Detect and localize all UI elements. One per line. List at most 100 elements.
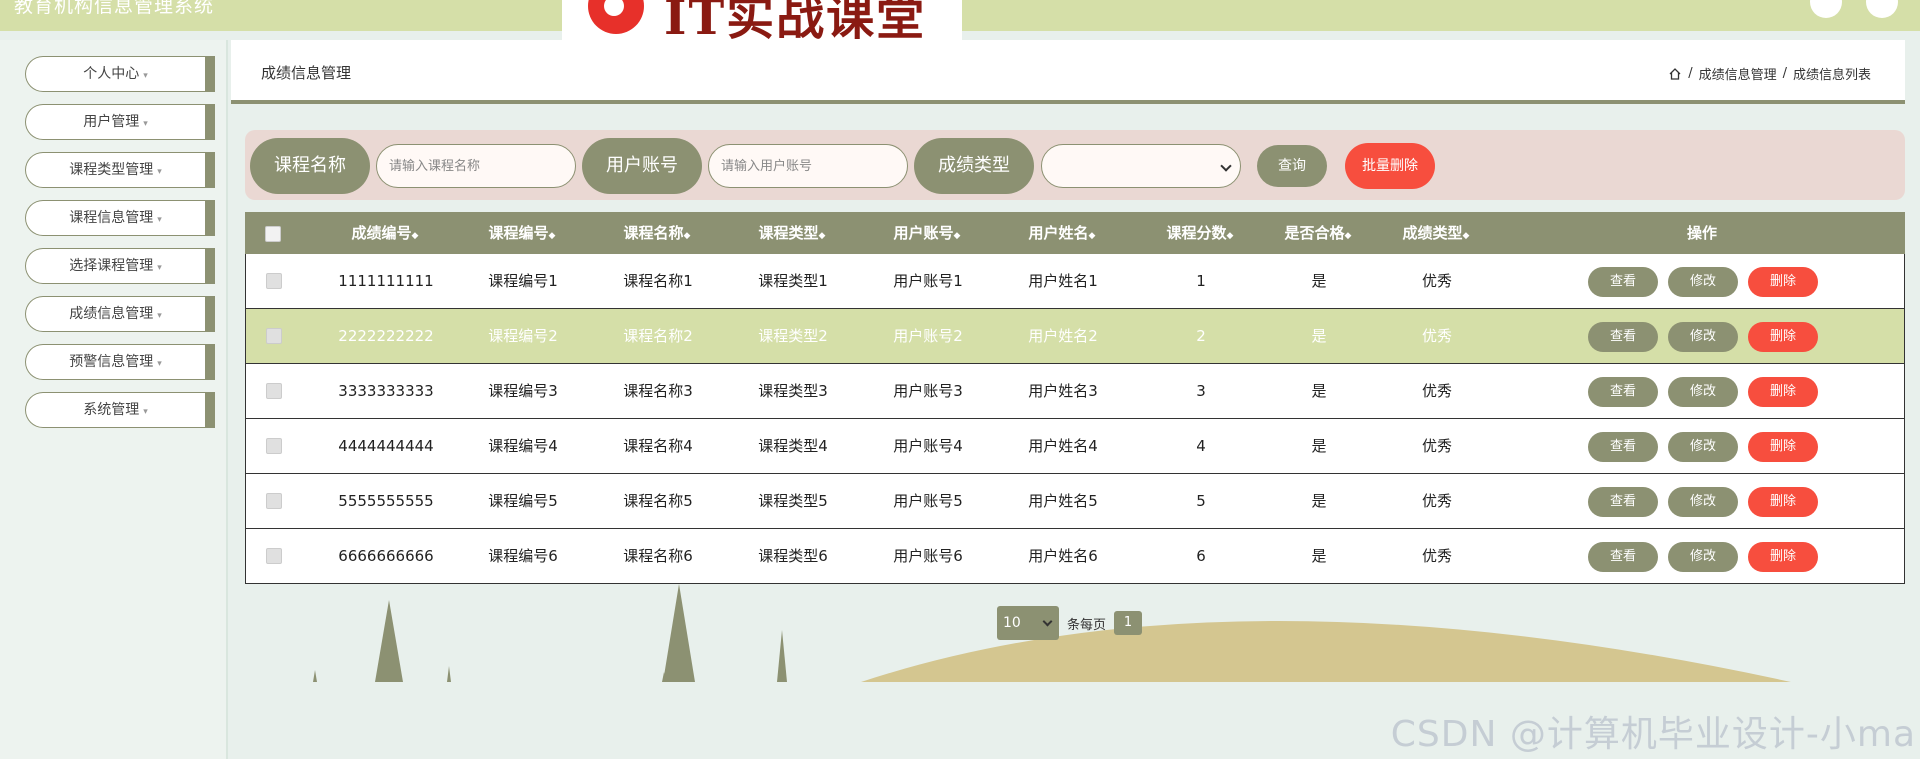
cell-course-name: 课程名称3 [623,382,693,400]
row-checkbox[interactable] [266,273,282,289]
column-header[interactable]: 课程名称◆ [602,212,712,254]
cell-course-type: 课程类型1 [758,272,828,290]
delete-button[interactable]: 删除 [1748,267,1818,297]
view-button[interactable]: 查看 [1588,432,1658,462]
column-header[interactable]: 课程分数◆ [1145,212,1255,254]
delete-button[interactable]: 删除 [1748,322,1818,352]
table-row[interactable]: 6666666666 课程编号6 课程名称6 课程类型6 用户账号6 用户姓名6… [245,529,1905,584]
sidebar-item-warnings[interactable]: 预警信息管理 ▾ [25,344,215,380]
sort-icon: ◆ [953,231,961,241]
sidebar-item-users[interactable]: 用户管理 ▾ [25,104,215,140]
edit-button[interactable]: 修改 [1668,377,1738,407]
column-header-actions: 操作 [1686,224,1717,242]
cell-grade-id: 6666666666 [338,547,434,565]
table-header: 成绩编号◆ 课程编号◆ 课程名称◆ 课程类型◆ 用户账号◆ 用户姓名◆ 课程分数… [245,212,1905,254]
edit-button[interactable]: 修改 [1668,432,1738,462]
pagination: 10 条每页 1 [997,606,1143,640]
row-checkbox[interactable] [266,383,282,399]
sidebar-item-course-info[interactable]: 课程信息管理 ▾ [25,200,215,236]
cell-course-name: 课程名称1 [623,272,693,290]
sidebar-item-label: 个人中心 [83,66,140,82]
table-row[interactable]: 4444444444 课程编号4 课程名称4 课程类型4 用户账号4 用户姓名4… [245,419,1905,474]
logo-text: IT实战课堂 [664,0,927,40]
delete-button[interactable]: 删除 [1748,487,1818,517]
sidebar-item-system[interactable]: 系统管理 ▾ [25,392,215,428]
row-checkbox[interactable] [266,328,282,344]
edit-button[interactable]: 修改 [1668,487,1738,517]
cell-grade-id: 1111111111 [338,272,434,290]
edit-button[interactable]: 修改 [1668,322,1738,352]
view-button[interactable]: 查看 [1588,542,1658,572]
user-account-label: 用户账号 [582,138,702,194]
sidebar-item-label: 预警信息管理 [69,354,154,370]
delete-button[interactable]: 删除 [1748,542,1818,572]
page-number-button[interactable]: 1 [1114,611,1143,635]
cell-score: 2 [1196,327,1206,345]
view-button[interactable]: 查看 [1588,322,1658,352]
cell-course-no: 课程编号2 [488,327,558,345]
batch-delete-button[interactable]: 批量删除 [1345,143,1435,189]
cell-course-type: 课程类型5 [758,492,828,510]
column-header-label: 用户姓名 [1028,224,1089,242]
grade-type-select[interactable] [1041,144,1241,188]
column-header-label: 成绩类型 [1402,224,1463,242]
cell-name: 用户姓名3 [1028,382,1098,400]
cell-name: 用户姓名5 [1028,492,1098,510]
query-button[interactable]: 查询 [1257,145,1327,187]
course-name-input[interactable] [376,144,576,188]
view-button[interactable]: 查看 [1588,487,1658,517]
delete-button[interactable]: 删除 [1748,377,1818,407]
top-bar: 教育机构信息管理系统 IT实战课堂 [0,0,1920,40]
sidebar-item-course-types[interactable]: 课程类型管理 ▾ [25,152,215,188]
row-checkbox[interactable] [266,438,282,454]
edit-button[interactable]: 修改 [1668,267,1738,297]
cell-score: 6 [1196,547,1206,565]
table-row[interactable]: 2222222222 课程编号2 课程名称2 课程类型2 用户账号2 用户姓名2… [245,309,1905,364]
caret-down-icon: ▾ [157,215,162,225]
view-button[interactable]: 查看 [1588,267,1658,297]
cell-grade-id: 5555555555 [338,492,434,510]
cell-passed: 是 [1311,382,1327,400]
sidebar-item-label: 成绩信息管理 [69,306,154,322]
row-checkbox[interactable] [266,493,282,509]
table-row[interactable]: 3333333333 课程编号3 课程名称3 课程类型3 用户账号3 用户姓名3… [245,364,1905,419]
table-row[interactable]: 1111111111 课程编号1 课程名称1 课程类型1 用户账号1 用户姓名1… [245,254,1905,309]
cell-score: 3 [1196,382,1206,400]
page-size-select[interactable]: 10 [997,606,1059,640]
edit-button[interactable]: 修改 [1668,542,1738,572]
cell-passed: 是 [1311,547,1327,565]
column-header[interactable]: 用户姓名◆ [1007,212,1117,254]
table-row[interactable]: 5555555555 课程编号5 课程名称5 课程类型5 用户账号5 用户姓名5… [245,474,1905,529]
sidebar-item-course-selection[interactable]: 选择课程管理 ▾ [25,248,215,284]
watermark: CSDN @计算机毕业设计-小ma [1390,714,1916,755]
column-header[interactable]: 成绩类型◆ [1381,212,1491,254]
cell-grade-type: 优秀 [1421,547,1452,565]
column-header[interactable]: 课程编号◆ [467,212,577,254]
user-icon[interactable] [1866,0,1898,18]
cell-name: 用户姓名2 [1028,327,1098,345]
caret-down-icon: ▾ [157,167,162,177]
cell-course-no: 课程编号3 [488,382,558,400]
column-header[interactable]: 是否合格◆ [1263,212,1373,254]
caret-down-icon: ▾ [143,71,148,81]
page-header: 成绩信息管理 / 成绩信息管理 / 成绩信息列表 [231,40,1905,104]
row-checkbox[interactable] [266,548,282,564]
user-account-input[interactable] [708,144,908,188]
sidebar-item-grades[interactable]: 成绩信息管理 ▾ [25,296,215,332]
select-all-checkbox[interactable] [265,226,281,242]
logo-icon [588,0,644,34]
column-header-label: 成绩编号 [351,224,412,242]
sort-icon: ◆ [1226,231,1234,241]
home-icon[interactable] [1668,67,1682,81]
column-header[interactable]: 课程类型◆ [737,212,847,254]
delete-button[interactable]: 删除 [1748,432,1818,462]
column-header[interactable]: 用户账号◆ [872,212,982,254]
breadcrumb-item[interactable]: 成绩信息管理 [1699,64,1777,83]
cell-course-no: 课程编号1 [488,272,558,290]
sort-icon: ◆ [683,231,691,241]
column-header[interactable]: 成绩编号◆ [315,212,455,254]
fullscreen-icon[interactable] [1810,0,1842,18]
sidebar-item-profile[interactable]: 个人中心 ▾ [25,56,215,92]
view-button[interactable]: 查看 [1588,377,1658,407]
logo: IT实战课堂 [562,0,962,40]
